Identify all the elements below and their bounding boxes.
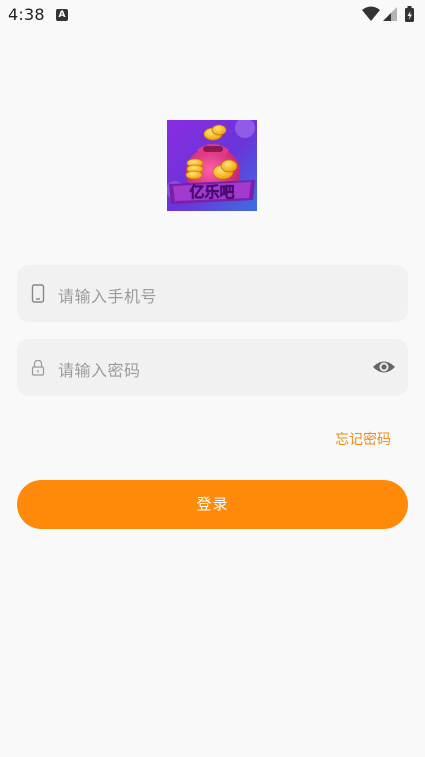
- wifi-icon: [362, 6, 380, 21]
- logo-text: 亿乐吧: [189, 183, 234, 201]
- phone-icon: [31, 284, 45, 308]
- notification-icon: A: [56, 9, 68, 21]
- status-icons: [361, 5, 419, 23]
- status-time: 4:38: [8, 5, 45, 24]
- login-button[interactable]: 登录: [17, 480, 408, 529]
- battery-icon: [405, 6, 414, 22]
- app-logo: 亿乐吧: [167, 120, 257, 211]
- status-bar: 4:38 A: [0, 0, 425, 30]
- eye-icon[interactable]: [372, 358, 396, 380]
- password-field[interactable]: 请输入密码: [17, 339, 408, 396]
- forgot-password-link[interactable]: 忘记密码: [335, 429, 391, 449]
- phone-field[interactable]: 请输入手机号: [17, 265, 408, 322]
- phone-placeholder: 请输入手机号: [58, 287, 158, 306]
- signal-icon: [383, 7, 397, 21]
- lock-icon: [31, 358, 45, 382]
- password-placeholder: 请输入密码: [58, 361, 141, 380]
